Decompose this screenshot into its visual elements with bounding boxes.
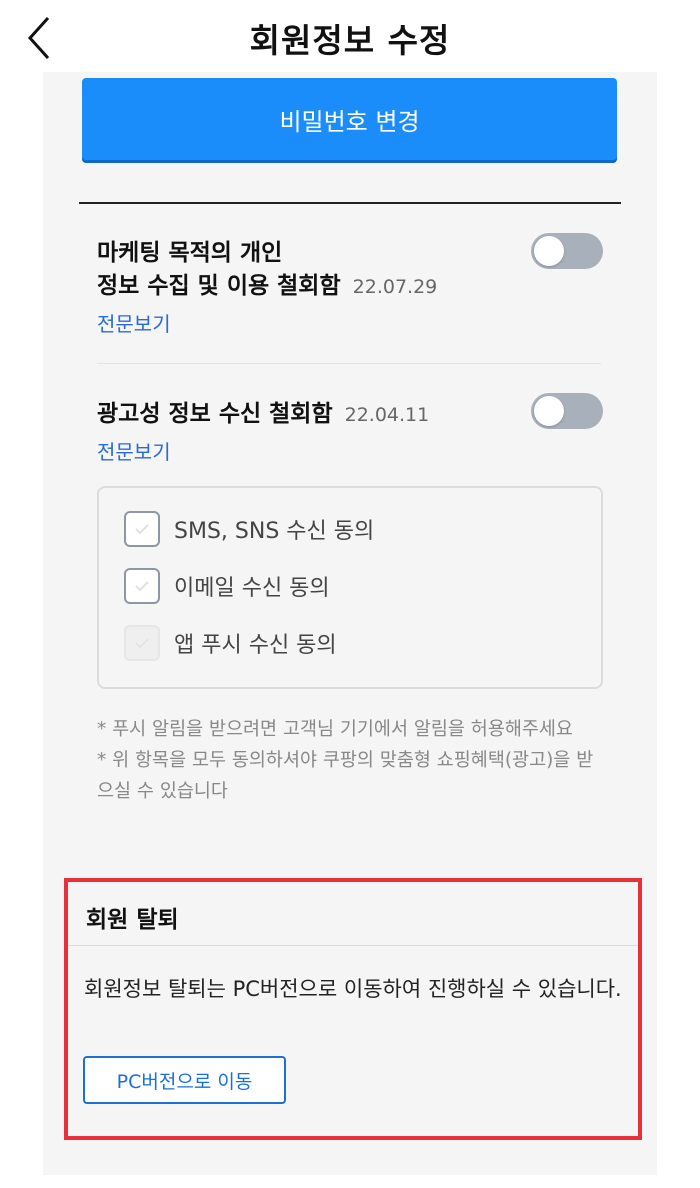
toggle-knob [534,236,564,266]
sms-consent-label: SMS, SNS 수신 동의 [174,519,375,544]
app-header: 회원정보 수정 [0,0,700,72]
marketing-toggle[interactable] [531,233,603,269]
email-checkbox[interactable] [124,568,160,604]
pc-version-button[interactable]: PC버전으로 이동 [83,1056,286,1104]
withdrawal-title: 회원 탈퇴 [86,907,179,933]
change-password-button[interactable]: 비밀번호 변경 [82,78,617,160]
page-title: 회원정보 수정 [249,21,451,60]
ads-toggle[interactable] [531,393,603,429]
marketing-date: 22.07.29 [352,276,438,298]
push-checkbox [124,625,160,661]
toggle-knob [534,396,564,426]
sms-checkbox[interactable] [124,511,160,547]
ads-title: 광고성 정보 수신 철회함 [97,401,333,427]
email-consent-label: 이메일 수신 동의 [174,576,330,601]
marketing-title-line1: 마케팅 목적의 개인 [97,240,283,266]
push-consent-option: 앱 푸시 수신 동의 [124,625,337,661]
note-ad-benefits: * 위 항목을 모두 동의하셔야 쿠팡의 맞춤형 쇼핑혜택(광고)을 받으실 수… [97,750,594,802]
withdrawal-description: 회원정보 탈퇴는 PC버전으로 이동하여 진행하실 수 있습니다. [84,977,622,1001]
note-push-permission: * 푸시 알림을 받으려면 고객님 기기에서 알림을 허용해주세요 [97,719,573,740]
check-icon [135,638,149,649]
email-consent-option[interactable]: 이메일 수신 동의 [124,568,330,604]
sms-consent-option[interactable]: SMS, SNS 수신 동의 [124,511,374,547]
check-icon [135,524,149,535]
withdrawal-divider [68,945,638,946]
item-divider [97,363,601,364]
check-icon [135,581,149,592]
ads-full-text-link[interactable]: 전문보기 [97,436,171,465]
section-divider [79,202,621,204]
ads-date: 22.04.11 [344,404,430,426]
marketing-title-text: 정보 수집 및 이용 철회함 [97,273,341,299]
consent-notes: * 푸시 알림을 받으려면 고객님 기기에서 알림을 허용해주세요 * 위 항목… [97,714,607,807]
marketing-title-line2: 정보 수집 및 이용 철회함 22.07.29 [97,266,437,300]
marketing-full-text-link[interactable]: 전문보기 [97,308,171,337]
ads-title-row: 광고성 정보 수신 철회함 22.04.11 [97,394,429,428]
withdrawal-section: 회원 탈퇴 회원정보 탈퇴는 PC버전으로 이동하여 진행하실 수 있습니다. … [64,878,642,1140]
push-consent-label: 앱 푸시 수신 동의 [174,633,337,658]
